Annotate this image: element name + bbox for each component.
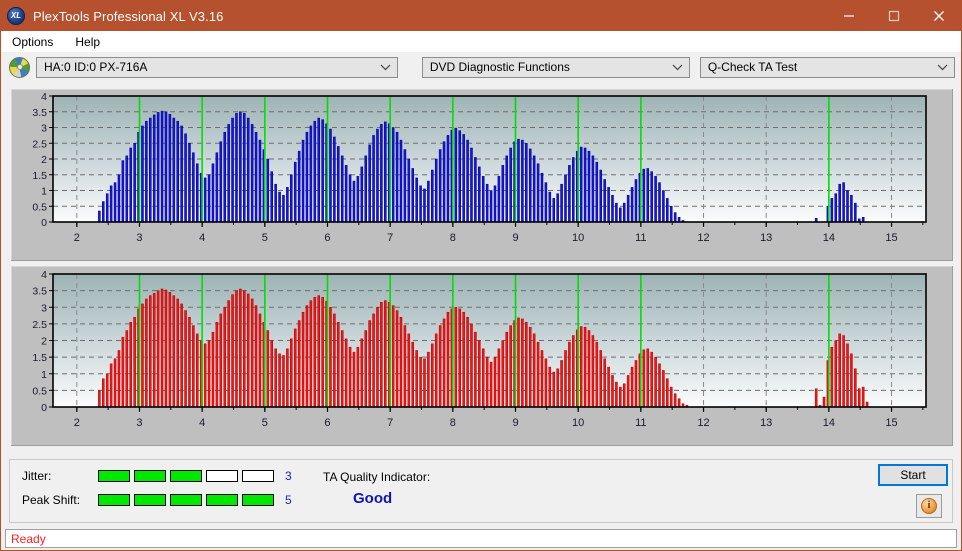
jitter-row: Jitter: 3 (22, 469, 292, 483)
window-title: PlexTools Professional XL V3.16 (33, 8, 224, 24)
jitter-segment (206, 470, 238, 482)
svg-text:2: 2 (74, 232, 80, 244)
svg-text:2: 2 (41, 154, 47, 166)
svg-text:3: 3 (136, 232, 142, 244)
svg-text:6: 6 (324, 232, 330, 244)
drive-select[interactable]: HA:0 ID:0 PX-716A (36, 56, 398, 78)
peak-shift-segment (98, 494, 130, 506)
peak-shift-segment (242, 494, 274, 506)
svg-text:8: 8 (450, 417, 456, 429)
info-icon: i (921, 498, 937, 514)
svg-text:11: 11 (635, 232, 646, 244)
svg-text:3.5: 3.5 (32, 286, 47, 298)
svg-text:7: 7 (387, 232, 393, 244)
start-button[interactable]: Start (878, 464, 948, 486)
jitter-segment (170, 470, 202, 482)
jitter-label: Jitter: (22, 469, 52, 483)
peak-shift-meter (98, 494, 274, 506)
svg-text:11: 11 (635, 417, 646, 429)
window-controls (826, 1, 961, 31)
svg-text:4: 4 (41, 91, 47, 103)
status-bar: Ready (5, 529, 957, 548)
svg-text:14: 14 (823, 417, 835, 429)
jitter-meter (98, 470, 274, 482)
svg-text:13: 13 (760, 232, 772, 244)
chevron-down-icon (380, 58, 391, 77)
jitter-segment (134, 470, 166, 482)
ta-quality-label: TA Quality Indicator: (323, 470, 431, 484)
svg-text:0.5: 0.5 (32, 385, 47, 397)
svg-text:2: 2 (74, 417, 80, 429)
peak-shift-label: Peak Shift: (22, 493, 81, 507)
svg-text:14: 14 (823, 232, 835, 244)
jitter-chart: 0 0.5 1 1.5 2 2.5 3 3.5 4 2 3 4 5 6 7 8 9 10 11 12 13 14 15 (32, 91, 927, 244)
svg-text:1: 1 (41, 369, 47, 381)
svg-text:1.5: 1.5 (32, 170, 47, 182)
jitter-value: 3 (285, 469, 292, 483)
svg-text:4: 4 (199, 232, 205, 244)
svg-text:15: 15 (885, 232, 897, 244)
svg-text:2: 2 (41, 336, 47, 348)
svg-text:9: 9 (512, 232, 518, 244)
peak-shift-row: Peak Shift: 5 (22, 493, 292, 507)
app-icon-label: XL (10, 11, 22, 20)
svg-text:7: 7 (387, 417, 393, 429)
drive-select-value: HA:0 ID:0 PX-716A (44, 60, 148, 74)
svg-text:1.5: 1.5 (32, 352, 47, 364)
peak-shift-segment (170, 494, 202, 506)
svg-text:0.5: 0.5 (32, 201, 47, 213)
svg-text:3: 3 (41, 123, 47, 135)
peak-shift-segment (134, 494, 166, 506)
svg-text:8: 8 (450, 232, 456, 244)
svg-text:4: 4 (199, 417, 205, 429)
peak-shift-value: 5 (285, 493, 292, 507)
svg-text:12: 12 (697, 417, 709, 429)
jitter-segment (98, 470, 130, 482)
svg-text:9: 9 (512, 417, 518, 429)
test-select[interactable]: Q-Check TA Test (699, 56, 955, 78)
info-button[interactable]: i (916, 494, 942, 518)
chevron-down-icon (672, 58, 683, 77)
menu-item-help[interactable]: Help (72, 33, 108, 51)
svg-text:13: 13 (760, 417, 772, 429)
disc-icon (9, 56, 30, 78)
app-window: XL PlexTools Professional XL V3.16 Optio… (0, 0, 962, 551)
close-icon[interactable] (916, 1, 961, 31)
svg-text:6: 6 (324, 417, 330, 429)
svg-text:15: 15 (885, 417, 897, 429)
maximize-icon[interactable] (871, 1, 916, 31)
svg-text:2.5: 2.5 (32, 319, 47, 331)
peak-shift-chart: 0 0.5 1 1.5 2 2.5 3 3.5 4 2 3 4 5 6 7 8 9 10 11 12 13 14 15 (32, 269, 927, 429)
svg-text:10: 10 (572, 232, 584, 244)
selector-toolbar: HA:0 ID:0 PX-716A DVD Diagnostic Functio… (1, 52, 961, 82)
svg-text:3.5: 3.5 (32, 107, 47, 119)
svg-text:10: 10 (572, 417, 584, 429)
svg-text:5: 5 (262, 417, 268, 429)
function-select[interactable]: DVD Diagnostic Functions (421, 56, 690, 78)
status-text: Ready (11, 531, 46, 546)
jitter-segment (242, 470, 274, 482)
svg-text:5: 5 (262, 232, 268, 244)
menu-item-options[interactable]: Options (9, 33, 61, 51)
jitter-chart-panel: 0 0.5 1 1.5 2 2.5 3 3.5 4 2 3 4 5 6 7 8 9 10 11 12 13 14 15 (11, 89, 953, 261)
svg-text:3: 3 (136, 417, 142, 429)
ta-quality-value: Good (353, 490, 393, 507)
function-select-value: DVD Diagnostic Functions (429, 60, 570, 74)
peak-shift-segment (206, 494, 238, 506)
results-panel: Jitter: 3 Peak Shift: 5 TA Quality Indic… (9, 459, 953, 523)
menu-bar: Options Help (1, 31, 961, 52)
test-select-value: Q-Check TA Test (707, 60, 798, 74)
minimize-icon[interactable] (826, 1, 871, 31)
svg-text:2.5: 2.5 (32, 138, 47, 150)
peak-shift-chart-panel: 0 0.5 1 1.5 2 2.5 3 3.5 4 2 3 4 5 6 7 8 9 10 11 12 13 14 15 (11, 266, 953, 446)
svg-text:0: 0 (41, 217, 47, 229)
svg-text:4: 4 (41, 269, 47, 281)
title-bar: XL PlexTools Professional XL V3.16 (1, 1, 961, 31)
chevron-down-icon (937, 58, 948, 77)
app-icon: XL (7, 7, 25, 25)
svg-text:0: 0 (41, 402, 47, 414)
svg-text:1: 1 (41, 186, 47, 198)
svg-text:12: 12 (697, 232, 709, 244)
svg-text:3: 3 (41, 302, 47, 314)
